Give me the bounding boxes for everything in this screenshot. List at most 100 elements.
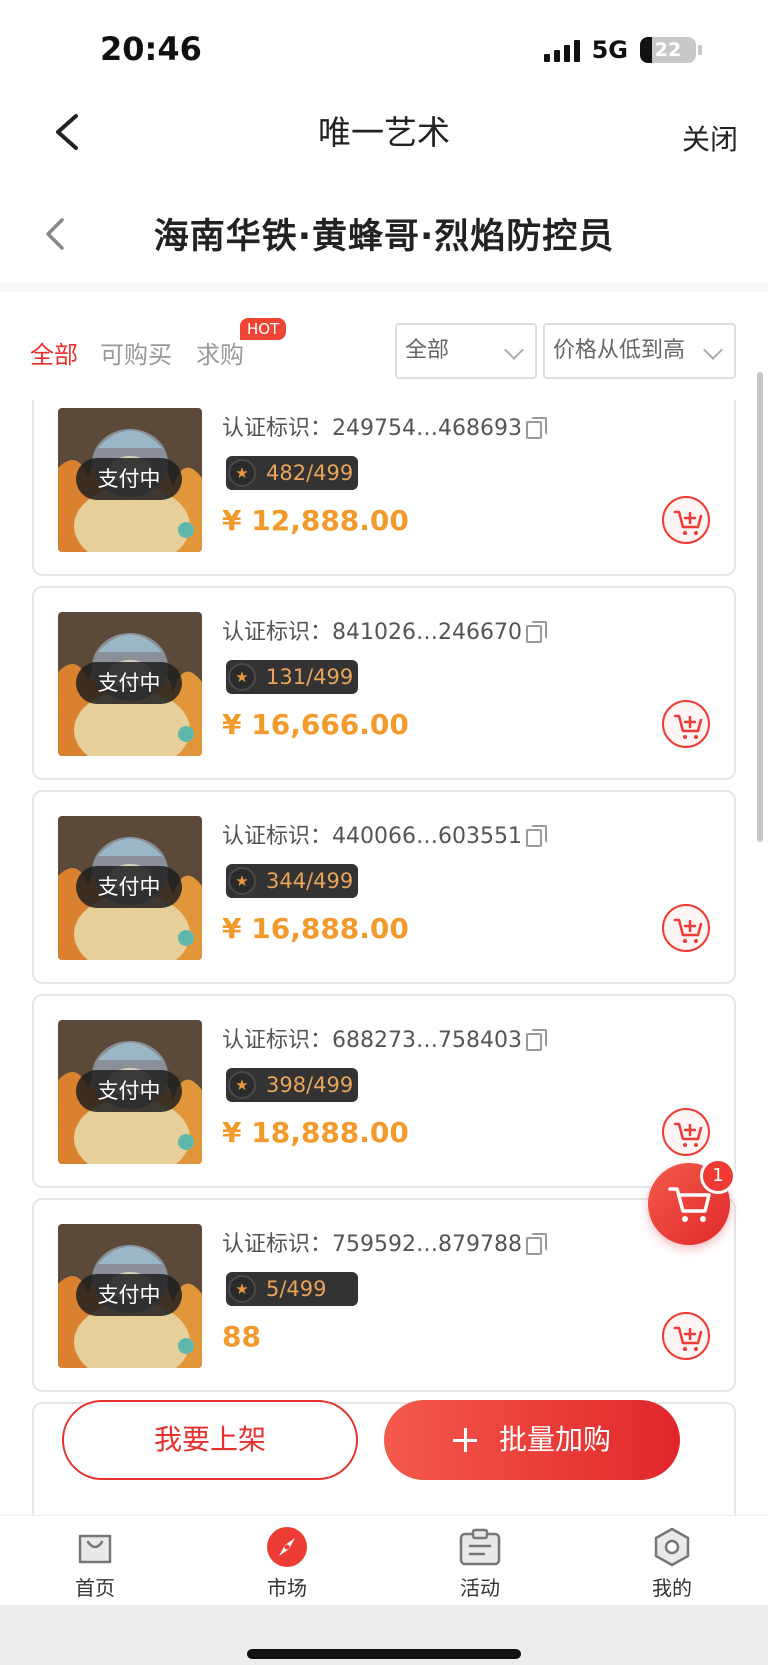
- status-bar: 20:46 5G 22: [0, 0, 768, 100]
- price: ¥ 16,666.00: [222, 708, 409, 741]
- edition-badge: ★ 482/499: [226, 456, 358, 490]
- list-item-button[interactable]: 我要上架: [62, 1400, 358, 1480]
- tab-mine[interactable]: 我的: [622, 1526, 722, 1601]
- add-to-cart-button[interactable]: [662, 496, 710, 544]
- edition-number: 398/499: [266, 1073, 354, 1097]
- status-time: 20:46: [100, 30, 202, 68]
- listing-card[interactable]: 支付中 认证标识：249754…468693 ★ 482/499 ¥ 12,888.00: [32, 400, 736, 576]
- sort-select[interactable]: 价格从低到高: [543, 323, 736, 379]
- artwork-thumbnail[interactable]: 支付中: [58, 408, 202, 552]
- hot-badge: HOT: [240, 318, 287, 340]
- price: 88: [222, 1320, 261, 1353]
- add-cart-icon: [673, 1326, 703, 1351]
- compass-icon: [267, 1527, 307, 1567]
- tab-home[interactable]: 首页: [45, 1526, 145, 1601]
- cert-value: 688273…758403: [332, 1028, 522, 1053]
- tab-mine-label: 我的: [652, 1576, 692, 1600]
- battery-level: 22: [654, 39, 682, 61]
- edition-badge: ★ 5/499: [226, 1272, 358, 1306]
- cart-icon: [668, 1187, 711, 1222]
- payment-status-badge: 支付中: [76, 458, 182, 500]
- edition-badge: ★ 398/499: [226, 1068, 358, 1102]
- cert-id: 认证标识：249754…468693: [222, 410, 547, 442]
- artwork-thumbnail[interactable]: 支付中: [58, 612, 202, 756]
- tab-wanted[interactable]: 求购: [196, 335, 244, 370]
- app-nav-bar: 唯一艺术 关闭: [0, 100, 768, 180]
- batch-add-button[interactable]: 批量加购: [384, 1400, 680, 1480]
- edition-number: 482/499: [266, 461, 354, 485]
- cert-label: 认证标识：: [222, 1232, 333, 1257]
- filter-row: 全部 可购买 求购 HOT 全部 价格从低到高: [0, 310, 768, 380]
- payment-status-badge: 支付中: [76, 866, 182, 908]
- home-indicator[interactable]: [247, 1649, 521, 1659]
- page-title: 海南华铁·黄蜂哥·烈焰防控员: [153, 217, 615, 257]
- cert-value: 249754…468693: [332, 416, 522, 441]
- cert-label: 认证标识：: [222, 1028, 333, 1053]
- listing-card[interactable]: 支付中 认证标识：440066…603551 ★ 344/499 ¥ 16,888.00: [32, 790, 736, 984]
- tab-all[interactable]: 全部: [30, 335, 78, 370]
- close-button[interactable]: 关闭: [682, 118, 738, 158]
- cert-value: 440066…603551: [332, 824, 522, 849]
- sort-select-value: 价格从低到高: [553, 338, 686, 363]
- copy-icon[interactable]: [525, 621, 547, 643]
- cert-id: 认证标识：759592…879788: [222, 1226, 547, 1258]
- artwork-thumbnail[interactable]: 支付中: [58, 816, 202, 960]
- bag-icon: [78, 1534, 112, 1564]
- add-to-cart-button[interactable]: [662, 1108, 710, 1156]
- cert-label: 认证标识：: [222, 824, 333, 849]
- category-select[interactable]: 全部: [395, 323, 537, 379]
- home-indicator-area: [0, 1605, 768, 1665]
- edition-number: 5/499: [266, 1277, 327, 1301]
- add-cart-icon: [673, 510, 703, 535]
- batch-add-label: 批量加购: [498, 1423, 611, 1456]
- listing-card[interactable]: 支付中 认证标识：759592…879788 ★ 5/499 88: [32, 1198, 736, 1392]
- cert-id: 认证标识：440066…603551: [222, 818, 547, 850]
- edition-badge: ★ 131/499: [226, 660, 358, 694]
- add-to-cart-button[interactable]: [662, 904, 710, 952]
- payment-status-badge: 支付中: [76, 662, 182, 704]
- bottom-tab-bar: 首页 市场 活动 我的: [0, 1515, 768, 1605]
- chevron-down-icon: [504, 340, 524, 360]
- price: ¥ 16,888.00: [222, 912, 409, 945]
- plus-icon: [452, 1428, 477, 1452]
- tab-activity[interactable]: 活动: [430, 1526, 530, 1601]
- clipboard-icon: [459, 1528, 501, 1566]
- cert-id: 认证标识：688273…758403: [222, 1022, 547, 1054]
- add-to-cart-button[interactable]: [662, 1312, 710, 1360]
- tab-market[interactable]: 市场: [237, 1526, 337, 1601]
- cert-label: 认证标识：: [222, 416, 333, 441]
- edition-number: 344/499: [266, 869, 354, 893]
- listing-card[interactable]: 支付中 认证标识：841026…246670 ★ 131/499 ¥ 16,666.00: [32, 586, 736, 780]
- edition-number: 131/499: [266, 665, 354, 689]
- star-icon: ★: [228, 459, 256, 487]
- add-cart-icon: [673, 918, 703, 943]
- tab-home-label: 首页: [75, 1576, 115, 1600]
- listing-card[interactable]: 支付中 认证标识：688273…758403 ★ 398/499 ¥ 18,888.00: [32, 994, 736, 1188]
- artwork-thumbnail[interactable]: 支付中: [58, 1224, 202, 1368]
- star-icon: ★: [228, 663, 256, 691]
- price: ¥ 12,888.00: [222, 504, 409, 537]
- cert-value: 841026…246670: [332, 620, 522, 645]
- tab-activity-label: 活动: [460, 1576, 500, 1600]
- artwork-thumbnail[interactable]: 支付中: [58, 1020, 202, 1164]
- star-icon: ★: [228, 867, 256, 895]
- cert-id: 认证标识：841026…246670: [222, 614, 547, 646]
- copy-icon[interactable]: [525, 825, 547, 847]
- copy-icon[interactable]: [525, 1029, 547, 1051]
- battery-icon: 22: [640, 37, 696, 63]
- listing-list: 支付中 认证标识：249754…468693 ★ 482/499 ¥ 12,888.00…: [0, 400, 768, 1515]
- status-indicators: 5G 22: [543, 36, 702, 64]
- page-header: 海南华铁·黄蜂哥·烈焰防控员: [0, 190, 768, 280]
- scrollbar[interactable]: [757, 372, 763, 842]
- tab-available[interactable]: 可购买: [100, 335, 172, 370]
- cert-value: 759592…879788: [332, 1232, 522, 1257]
- copy-icon[interactable]: [525, 417, 547, 439]
- add-to-cart-button[interactable]: [662, 700, 710, 748]
- copy-icon[interactable]: [525, 1233, 547, 1255]
- tab-market-label: 市场: [267, 1576, 307, 1600]
- payment-status-badge: 支付中: [76, 1070, 182, 1112]
- cert-label: 认证标识：: [222, 620, 333, 645]
- add-cart-icon: [673, 1122, 703, 1147]
- category-select-value: 全部: [405, 338, 450, 363]
- star-icon: ★: [228, 1071, 256, 1099]
